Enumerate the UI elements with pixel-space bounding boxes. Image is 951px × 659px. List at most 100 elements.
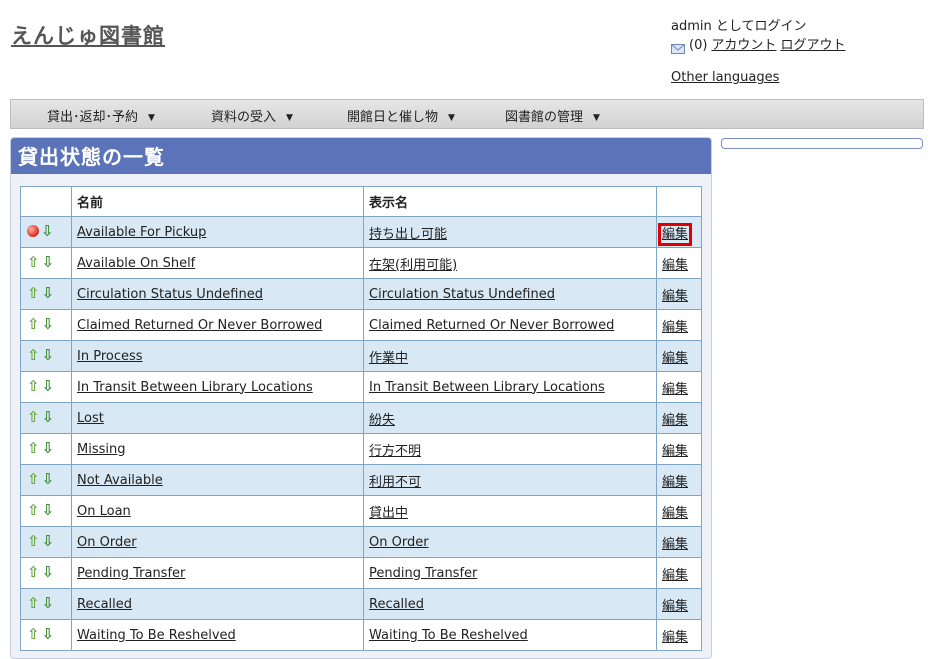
edit-cell: 編集 bbox=[656, 433, 702, 465]
edit-link[interactable]: 編集 bbox=[662, 630, 688, 645]
status-name-link[interactable]: Missing bbox=[77, 442, 125, 457]
edit-cell: 編集 bbox=[656, 247, 702, 279]
reorder-cell: ⇧ ⇩ bbox=[20, 371, 72, 403]
site-title[interactable]: えんじゅ図書館 bbox=[11, 20, 165, 50]
status-display-name-link[interactable]: 利用不可 bbox=[369, 475, 421, 490]
move-down-icon[interactable]: ⇩ bbox=[42, 317, 55, 332]
move-up-icon[interactable]: ⇧ bbox=[27, 348, 40, 363]
status-name-link[interactable]: Not Available bbox=[77, 473, 163, 488]
status-display-name-link[interactable]: Claimed Returned Or Never Borrowed bbox=[369, 318, 614, 333]
status-name-link[interactable]: Claimed Returned Or Never Borrowed bbox=[77, 318, 322, 333]
display-name-cell: Pending Transfer bbox=[363, 557, 657, 589]
mail-icon[interactable] bbox=[671, 41, 685, 54]
edit-link[interactable]: 編集 bbox=[662, 475, 688, 490]
header-display-name: 表示名 bbox=[363, 186, 657, 217]
table-row: ⇧ ⇩ In Transit Between Library Locations In… bbox=[20, 371, 702, 403]
edit-link[interactable]: 編集 bbox=[662, 506, 688, 521]
status-display-name-link[interactable]: 紛失 bbox=[369, 413, 395, 428]
circulation-status-table: 名前 表示名 ⇩ Available For Pickup 持ち出し可能 編集 ⇧ ⇩ Av… bbox=[20, 186, 702, 651]
status-name-link[interactable]: Waiting To Be Reshelved bbox=[77, 628, 236, 643]
move-down-icon[interactable]: ⇩ bbox=[42, 534, 55, 549]
edit-link[interactable]: 編集 bbox=[657, 222, 693, 246]
display-name-cell: On Order bbox=[363, 526, 657, 558]
status-display-name-link[interactable]: Recalled bbox=[369, 597, 424, 612]
move-down-icon[interactable]: ⇩ bbox=[42, 596, 55, 611]
status-name-link[interactable]: Available On Shelf bbox=[77, 256, 195, 271]
move-down-icon[interactable]: ⇩ bbox=[42, 286, 55, 301]
move-down-icon[interactable]: ⇩ bbox=[42, 379, 55, 394]
logout-link[interactable]: ログアウト bbox=[780, 36, 845, 55]
edit-link[interactable]: 編集 bbox=[662, 537, 688, 552]
status-name-link[interactable]: Available For Pickup bbox=[77, 225, 206, 240]
move-up-icon[interactable]: ⇧ bbox=[27, 503, 40, 518]
move-down-icon[interactable]: ⇩ bbox=[42, 255, 55, 270]
table-row: ⇧ ⇩ Waiting To Be Reshelved Waiting To Be R… bbox=[20, 619, 702, 651]
status-display-name-link[interactable]: Circulation Status Undefined bbox=[369, 287, 555, 302]
move-down-icon[interactable]: ⇩ bbox=[42, 472, 55, 487]
display-name-cell: 作業中 bbox=[363, 340, 657, 372]
edit-link[interactable]: 編集 bbox=[662, 258, 688, 273]
move-up-icon[interactable]: ⇧ bbox=[27, 410, 40, 425]
menu-label: 貸出･返却･予約 bbox=[47, 110, 139, 125]
status-display-name-link[interactable]: 在架(利用可能) bbox=[369, 258, 457, 273]
move-down-icon[interactable]: ⇩ bbox=[42, 441, 55, 456]
move-down-icon[interactable]: ⇩ bbox=[42, 348, 55, 363]
move-up-icon[interactable]: ⇧ bbox=[27, 286, 40, 301]
move-down-icon[interactable]: ⇩ bbox=[41, 224, 54, 239]
edit-link[interactable]: 編集 bbox=[662, 568, 688, 583]
status-name-link[interactable]: On Order bbox=[77, 535, 137, 550]
table-row: ⇧ ⇩ Not Available 利用不可 編集 bbox=[20, 464, 702, 496]
edit-link[interactable]: 編集 bbox=[662, 382, 688, 397]
status-display-name-link[interactable]: 作業中 bbox=[369, 351, 408, 366]
status-display-name-link[interactable]: 持ち出し可能 bbox=[369, 227, 447, 242]
move-up-icon[interactable]: ⇧ bbox=[27, 255, 40, 270]
edit-link[interactable]: 編集 bbox=[662, 320, 688, 335]
edit-link[interactable]: 編集 bbox=[662, 351, 688, 366]
move-down-icon[interactable]: ⇩ bbox=[42, 503, 55, 518]
display-name-cell: 利用不可 bbox=[363, 464, 657, 496]
move-up-icon[interactable]: ⇧ bbox=[27, 565, 40, 580]
edit-link[interactable]: 編集 bbox=[662, 289, 688, 304]
status-display-name-link[interactable]: Pending Transfer bbox=[369, 566, 477, 581]
move-up-icon[interactable]: ⇧ bbox=[27, 441, 40, 456]
user-box: admin としてログイン (0) アカウント ログアウト bbox=[671, 17, 845, 55]
menu-acquisition[interactable]: 資料の受入 ▼ bbox=[211, 106, 293, 125]
edit-link[interactable]: 編集 bbox=[662, 599, 688, 614]
account-link[interactable]: アカウント bbox=[711, 36, 776, 55]
other-languages-link[interactable]: Other languages bbox=[671, 70, 779, 85]
status-display-name-link[interactable]: 行方不明 bbox=[369, 444, 421, 459]
move-up-icon[interactable]: ⇧ bbox=[27, 472, 40, 487]
menu-events[interactable]: 開館日と催し物 ▼ bbox=[347, 106, 455, 125]
display-name-cell: 在架(利用可能) bbox=[363, 247, 657, 279]
name-cell: Circulation Status Undefined bbox=[71, 278, 364, 310]
edit-link[interactable]: 編集 bbox=[662, 413, 688, 428]
status-name-link[interactable]: Pending Transfer bbox=[77, 566, 185, 581]
status-name-link[interactable]: In Transit Between Library Locations bbox=[77, 380, 313, 395]
edit-link[interactable]: 編集 bbox=[662, 444, 688, 459]
status-name-link[interactable]: Circulation Status Undefined bbox=[77, 287, 263, 302]
reorder-cell: ⇧ ⇩ bbox=[20, 526, 72, 558]
status-display-name-link[interactable]: On Order bbox=[369, 535, 429, 550]
reorder-cell: ⇩ bbox=[20, 216, 72, 248]
move-up-icon[interactable]: ⇧ bbox=[27, 534, 40, 549]
menu-circulation[interactable]: 貸出･返却･予約 ▼ bbox=[47, 106, 155, 125]
move-up-icon[interactable]: ⇧ bbox=[27, 596, 40, 611]
status-name-link[interactable]: On Loan bbox=[77, 504, 131, 519]
status-display-name-link[interactable]: In Transit Between Library Locations bbox=[369, 380, 605, 395]
reorder-cell: ⇧ ⇩ bbox=[20, 309, 72, 341]
status-display-name-link[interactable]: 貸出中 bbox=[369, 506, 408, 521]
menu-admin[interactable]: 図書館の管理 ▼ bbox=[505, 106, 600, 125]
move-up-icon[interactable]: ⇧ bbox=[27, 379, 40, 394]
status-display-name-link[interactable]: Waiting To Be Reshelved bbox=[369, 628, 528, 643]
status-name-link[interactable]: Lost bbox=[77, 411, 104, 426]
status-name-link[interactable]: In Process bbox=[77, 349, 143, 364]
status-name-link[interactable]: Recalled bbox=[77, 597, 132, 612]
reorder-cell: ⇧ ⇩ bbox=[20, 619, 72, 651]
name-cell: Lost bbox=[71, 402, 364, 434]
move-down-icon[interactable]: ⇩ bbox=[42, 565, 55, 580]
move-down-icon[interactable]: ⇩ bbox=[42, 410, 55, 425]
move-up-icon[interactable]: ⇧ bbox=[27, 317, 40, 332]
display-name-cell: 持ち出し可能 bbox=[363, 216, 657, 248]
edit-cell: 編集 bbox=[656, 340, 702, 372]
name-cell: Missing bbox=[71, 433, 364, 465]
